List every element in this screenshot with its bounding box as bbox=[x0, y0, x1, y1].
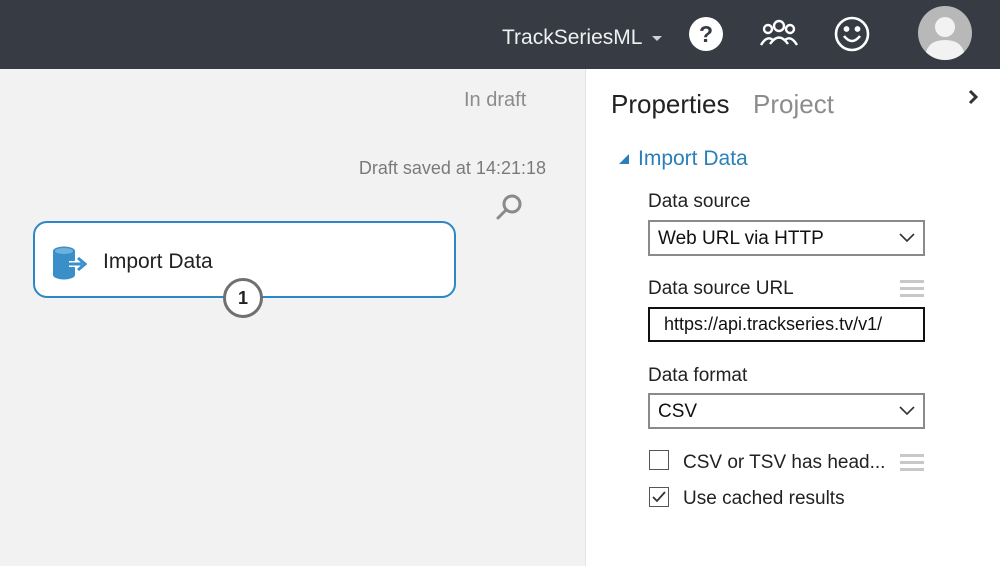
experiment-canvas[interactable] bbox=[0, 69, 585, 566]
chevron-down-icon bbox=[899, 233, 915, 243]
tab-properties[interactable]: Properties bbox=[611, 89, 730, 120]
chevron-right-icon[interactable] bbox=[966, 87, 982, 107]
data-source-label: Data source bbox=[648, 191, 751, 212]
help-icon: ? bbox=[689, 17, 723, 51]
user-avatar[interactable] bbox=[918, 6, 972, 60]
draft-status: In draft bbox=[464, 89, 527, 111]
import-data-icon bbox=[51, 245, 91, 281]
svg-text:?: ? bbox=[699, 21, 713, 47]
csv-header-checkbox[interactable] bbox=[649, 450, 669, 470]
output-port[interactable]: 1 bbox=[223, 278, 263, 318]
data-source-value: Web URL via HTTP bbox=[658, 228, 824, 249]
csv-header-label: CSV or TSV has head... bbox=[683, 452, 886, 473]
parameter-menu-icon[interactable] bbox=[900, 280, 924, 300]
data-source-url-input[interactable]: https://api.trackseries.tv/v1/ bbox=[648, 307, 925, 342]
chevron-down-icon bbox=[899, 406, 915, 416]
community-button[interactable] bbox=[759, 14, 799, 54]
properties-panel: Properties Project Import Data Data sour… bbox=[585, 69, 1000, 566]
draft-saved-timestamp: Draft saved at 14:21:18 bbox=[358, 158, 546, 178]
data-source-select[interactable]: Web URL via HTTP bbox=[648, 220, 925, 256]
feedback-button[interactable] bbox=[832, 14, 872, 54]
collapse-triangle-icon bbox=[619, 154, 629, 164]
user-silhouette-icon bbox=[925, 17, 965, 60]
workspace-name: TrackSeriesML bbox=[502, 26, 643, 49]
feedback-smiley-icon bbox=[834, 16, 870, 52]
data-format-value: CSV bbox=[658, 401, 698, 422]
checkmark-icon bbox=[652, 491, 666, 503]
search-icon[interactable] bbox=[494, 192, 524, 222]
workspace-selector[interactable]: TrackSeriesML bbox=[502, 24, 663, 52]
use-cached-results-checkbox[interactable] bbox=[649, 487, 669, 507]
module-label: Import Data bbox=[103, 250, 213, 273]
section-title: Import Data bbox=[638, 147, 748, 170]
help-button[interactable]: ? bbox=[686, 14, 726, 54]
parameter-menu-icon[interactable] bbox=[900, 454, 924, 474]
data-format-select[interactable]: CSV bbox=[648, 393, 925, 429]
data-source-url-label: Data source URL bbox=[648, 278, 794, 299]
tab-project[interactable]: Project bbox=[753, 89, 834, 120]
community-icon bbox=[759, 19, 799, 46]
top-bar: TrackSeriesML ? bbox=[0, 0, 1000, 69]
data-format-label: Data format bbox=[648, 365, 748, 386]
use-cached-results-label: Use cached results bbox=[683, 488, 845, 509]
section-import-data[interactable]: Import Data bbox=[619, 147, 748, 171]
chevron-down-icon bbox=[652, 35, 663, 41]
